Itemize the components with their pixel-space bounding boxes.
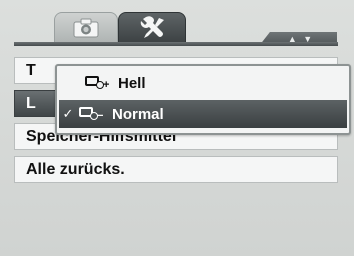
lcd-brightness-popup: + Hell ✓ − Normal — [55, 64, 351, 135]
camera-menu-screen: ▲ ▼ T L Speicher-Hilfsmittel Alle zurück… — [0, 0, 354, 256]
option-label: Hell — [118, 74, 146, 92]
tab-divider — [14, 42, 338, 46]
menu-item-label: T — [26, 62, 36, 79]
tab-camera[interactable] — [54, 12, 118, 43]
checkmark-icon: ✓ — [62, 106, 74, 121]
menu-item-label: Alle zurücks. — [26, 161, 125, 178]
option-hell[interactable]: + Hell — [57, 69, 349, 97]
option-normal[interactable]: ✓ − Normal — [59, 100, 347, 128]
wrench-screwdriver-icon — [140, 16, 164, 38]
menu-item-label: L — [26, 95, 36, 112]
tab-setup[interactable] — [118, 12, 186, 43]
lcd-normal-icon: − — [79, 106, 103, 122]
menu-item-alle-zuruecks[interactable]: Alle zurücks. — [14, 156, 338, 183]
lcd-bright-icon: + — [85, 75, 109, 91]
option-label: Normal — [112, 105, 164, 123]
camera-icon — [73, 18, 99, 38]
